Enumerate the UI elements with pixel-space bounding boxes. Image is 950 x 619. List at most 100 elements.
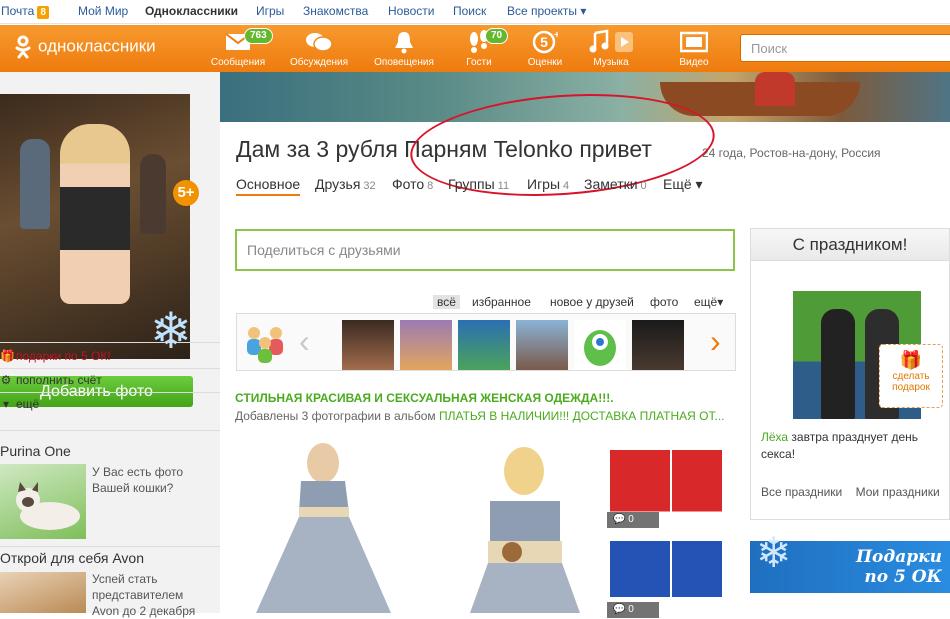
portal-bar: Почта 8 Мой Мир Одноклассники Игры Знаком… [0, 0, 950, 24]
filter-all[interactable]: всё [433, 295, 460, 309]
svg-text:5: 5 [540, 34, 548, 50]
friend-photo-thumb[interactable] [400, 320, 452, 370]
tab-main[interactable]: Основное [236, 176, 301, 196]
avatar-background-person [20, 139, 50, 229]
gifts-link[interactable]: 🎁подарки по 5 ОК! [0, 349, 111, 363]
ad-text-avon[interactable]: Успей стать представителем Avon до 2 дек… [92, 571, 212, 619]
snowflake-icon: ❄ [756, 528, 792, 577]
holidays-widget: С праздником! 🎁 сделать подарок Лёха зав… [750, 228, 950, 520]
gift-icon: 🎁 [899, 350, 923, 370]
filter-more[interactable]: ещё▾ [694, 295, 723, 309]
album-link[interactable]: ПЛАТЬЯ В НАЛИЧИИ!!! ДОСТАВКА ПЛАТНАЯ ОТ.… [439, 409, 725, 423]
more-link[interactable]: ▾ ещё [0, 397, 39, 411]
post-subtitle: Добавлены 3 фотографии в альбом ПЛАТЬЯ В… [235, 409, 725, 423]
share-input[interactable]: Поделиться с друзьями [235, 229, 735, 271]
toolbar-messages[interactable]: 763 Сообщения [203, 28, 273, 68]
search-link[interactable]: Поиск [453, 4, 486, 18]
blue-dress-photo[interactable] [672, 533, 722, 613]
moimir-link[interactable]: Мой Мир [78, 4, 128, 18]
rating-5-icon: 5 + [510, 29, 580, 55]
tab-games[interactable]: Игры 4 [527, 176, 569, 192]
odnoklassniki-link[interactable]: Одноклассники [145, 4, 238, 18]
friends-photo-strip: ‹ › [236, 313, 736, 371]
music-note-icon [576, 29, 646, 55]
friend-photo-thumb[interactable] [458, 320, 510, 370]
ad-title-avon[interactable]: Открой для себя Avon [0, 550, 144, 566]
make-gift-button[interactable]: 🎁 сделать подарок [879, 344, 943, 408]
divider [0, 342, 220, 343]
cat-icon [16, 482, 80, 530]
news-link[interactable]: Новости [388, 4, 434, 18]
mail-link[interactable]: Почта 8 [1, 4, 49, 19]
strip-next-arrow-icon[interactable]: › [710, 323, 721, 360]
post-title[interactable]: СТИЛЬНАЯ КРАСИВАЯ И СЕКСУАЛЬНАЯ ЖЕНСКАЯ … [235, 391, 614, 405]
divider [0, 368, 220, 369]
people-group-icon[interactable] [242, 319, 288, 365]
all-projects-link[interactable]: Все проекты ▾ [507, 4, 586, 18]
ok-logo-icon [15, 35, 31, 59]
profile-avatar[interactable]: ❄ [0, 94, 190, 359]
dress-photo[interactable] [241, 441, 406, 613]
red-dress-photo[interactable] [672, 441, 722, 529]
blue-dress-photo[interactable] [610, 533, 670, 613]
bell-icon [369, 29, 439, 55]
topup-link[interactable]: ⚙ пополнить счёт [0, 373, 102, 387]
games-link[interactable]: Игры [256, 4, 284, 18]
ad-text-purina[interactable]: У Вас есть фото Вашей кошки? [92, 464, 212, 496]
snowflake-icon: ❄ [150, 303, 190, 359]
ad-image-avon[interactable] [0, 572, 86, 613]
tab-notes[interactable]: Заметки 0 [584, 176, 647, 192]
toolbar-music[interactable]: Музыка [576, 29, 646, 68]
toolbar-ratings[interactable]: 5 + Оценки [510, 29, 580, 68]
comment-icon: 💬 [613, 604, 626, 615]
ok-logo[interactable]: одноклассники [14, 35, 156, 59]
chat-bubbles-icon [284, 29, 354, 55]
tab-groups[interactable]: Группы 11 [448, 176, 509, 192]
gift-icon: 🎁 [0, 349, 15, 363]
gifts-promo-banner[interactable]: ❄ Подарки по 5 ОК [750, 528, 950, 593]
comment-count[interactable]: 💬 0 [607, 602, 659, 618]
friend-photo-thumb[interactable] [342, 320, 394, 370]
holidays-title: С праздником! [751, 229, 949, 261]
dating-link[interactable]: Знакомства [303, 4, 368, 18]
holiday-links: Все праздники Мои праздники [761, 485, 940, 499]
toolbar-notifications[interactable]: Оповещения [369, 29, 439, 68]
coin-icon: ⚙ [0, 373, 12, 387]
tab-photos[interactable]: Фото 8 [392, 176, 433, 192]
guests-badge: 70 [485, 28, 509, 44]
comment-icon: 💬 [613, 514, 626, 525]
svg-text:+: + [554, 30, 558, 41]
five-plus-badge[interactable]: 5+ [173, 180, 199, 206]
toolbar-video[interactable]: Видео [659, 29, 729, 68]
my-holidays-link[interactable]: Мои праздники [856, 485, 940, 499]
friend-photo-thumb[interactable] [574, 320, 626, 370]
toolbar-discussions[interactable]: Обсуждения [284, 29, 354, 68]
main-toolbar: одноклассники 763 Сообщения Обсуждения О… [0, 25, 950, 72]
banner-person [755, 72, 795, 106]
chevron-down-icon: ▾ [2, 397, 10, 411]
all-holidays-link[interactable]: Все праздники [761, 485, 842, 499]
messages-badge: 763 [244, 28, 273, 44]
filter-photos[interactable]: фото [650, 295, 678, 309]
divider [0, 430, 220, 431]
filter-friends-new[interactable]: новое у друзей [550, 295, 634, 309]
holiday-friend-name[interactable]: Лёха [761, 430, 788, 444]
filter-favorites[interactable]: избранное [472, 295, 531, 309]
tab-friends[interactable]: Друзья 32 [315, 176, 376, 192]
comment-count[interactable]: 💬 0 [607, 512, 659, 528]
holiday-text: Лёха завтра празднует день секса! [761, 430, 918, 461]
toolbar-guests[interactable]: 70 Гости [444, 28, 514, 68]
friend-photo-thumb[interactable] [516, 320, 568, 370]
dress-photo[interactable] [420, 441, 595, 613]
tab-more[interactable]: Ещё ▾ [663, 176, 703, 193]
video-icon [659, 29, 729, 55]
ad-title-purina[interactable]: Purina One [0, 443, 71, 459]
divider [0, 546, 220, 547]
mail-count-badge: 8 [37, 6, 49, 19]
strip-prev-arrow-icon[interactable]: ‹ [299, 323, 310, 360]
friend-photo-thumb[interactable] [632, 320, 684, 370]
ad-image-cat[interactable] [0, 464, 86, 539]
search-input[interactable]: Поиск [740, 34, 950, 62]
avatar-person [60, 124, 130, 304]
green-monster-icon [584, 330, 616, 366]
